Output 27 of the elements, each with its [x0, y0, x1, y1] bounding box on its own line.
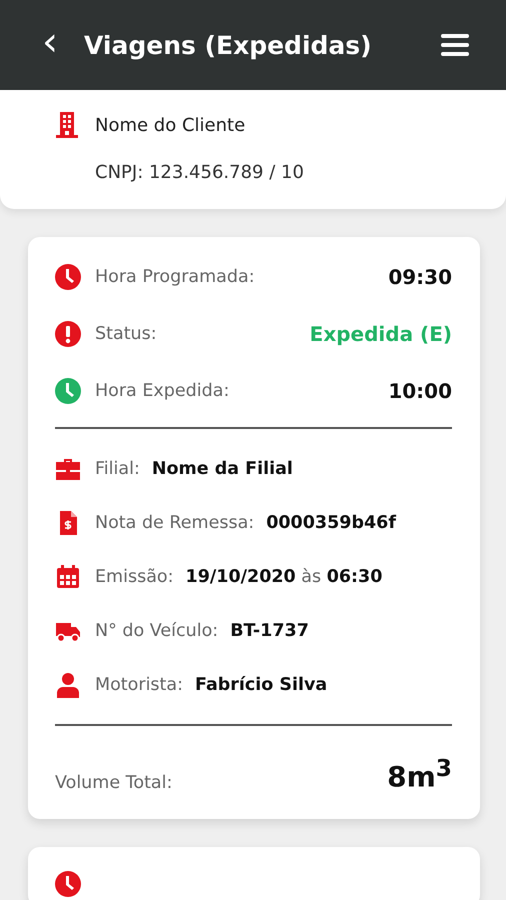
field-label: Nota de Remessa: [95, 513, 254, 533]
field-label: Motorista: [95, 675, 184, 695]
back-button[interactable]: ‹ [38, 22, 62, 68]
briefcase-icon [55, 456, 81, 482]
volume-label: Volume Total: [55, 773, 172, 794]
field-value: 0000359b46f [266, 513, 396, 533]
field-value: Nome da Filial [152, 459, 293, 479]
status-value: Expedida (E) [310, 322, 452, 346]
field-label: Filial: [95, 459, 140, 479]
screen-title: Viagens (Expedidas) [84, 30, 373, 60]
field-label: N° do Veículo: [95, 621, 218, 641]
client-cnpj: CNPJ: 123.456.789 / 10 [94, 162, 305, 183]
field-label: Hora Expedida: [95, 381, 230, 401]
field-value: Fabrício Silva [195, 675, 328, 695]
client-name: Nome do Cliente [95, 114, 246, 136]
field-value: BT-1737 [230, 621, 309, 641]
volume-value: 8m$^{3}$ [387, 754, 452, 794]
calendar-icon [55, 564, 81, 590]
menu-icon[interactable] [440, 33, 470, 57]
person-icon [55, 672, 81, 698]
field-value: 19/10/2020 às 06:30 [186, 567, 382, 587]
time-value: 09:30 [388, 265, 452, 289]
building-icon [56, 112, 78, 138]
field-label: Status: [95, 324, 157, 344]
time-value: 10:00 [388, 379, 452, 403]
field-label: Emissão: [95, 567, 174, 587]
field-label: Hora Programada: [95, 267, 255, 287]
